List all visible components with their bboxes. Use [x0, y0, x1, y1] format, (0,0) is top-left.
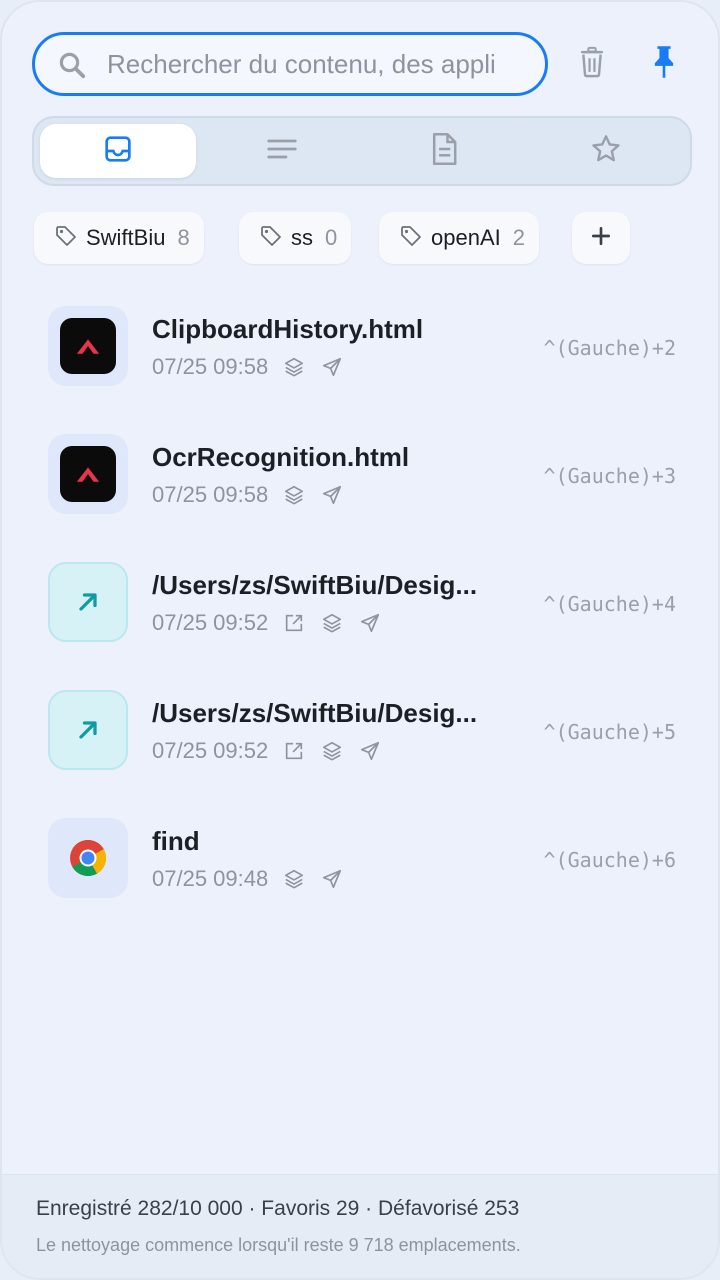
send-icon[interactable]	[320, 355, 344, 379]
item-meta: 07/25 09:52	[152, 608, 396, 638]
add-tag-button[interactable]	[572, 212, 630, 264]
tag-name: SwiftBiu	[86, 225, 166, 250]
item-time: 07/25 09:58	[152, 482, 269, 507]
cleanup-note: Le nettoyage commence lorsqu'il reste 9 …	[36, 1235, 521, 1255]
layers-icon[interactable]	[320, 611, 344, 635]
tag-count: 8	[177, 225, 190, 250]
item-time: 07/25 09:48	[152, 866, 269, 891]
tag-chip[interactable]: ss 0	[239, 212, 352, 264]
link-arrow-icon	[48, 562, 128, 642]
item-time: 07/25 09:52	[152, 610, 269, 635]
trash-icon	[577, 46, 607, 83]
item-time: 07/25 09:52	[152, 738, 269, 763]
send-icon[interactable]	[358, 611, 382, 635]
item-time: 07/25 09:58	[152, 354, 269, 379]
app-logo-icon	[48, 434, 128, 514]
status-footer: Enregistré 282/10 000 · Favoris 29 · Déf…	[2, 1174, 718, 1278]
layers-icon[interactable]	[320, 739, 344, 763]
send-icon[interactable]	[320, 867, 344, 891]
item-shortcut: ^(Gauche)+3	[543, 464, 676, 488]
lines-icon	[266, 137, 298, 166]
top-bar	[32, 32, 692, 96]
item-title: /Users/zs/SwiftBiu/Desig...	[152, 570, 478, 600]
pin-window-button[interactable]	[644, 44, 684, 84]
chrome-icon	[48, 818, 128, 898]
history-item[interactable]: OcrRecognition.html 07/25 09:58 ^(Gauche…	[48, 434, 688, 514]
plus-icon	[590, 225, 612, 252]
tag-count: 0	[325, 225, 338, 250]
history-item[interactable]: /Users/zs/SwiftBiu/Desig... 07/25 09:52 …	[48, 690, 688, 770]
tag-name: ss	[291, 225, 313, 250]
view-tabs	[32, 116, 692, 186]
open-external-icon[interactable]	[282, 739, 306, 763]
clear-history-button[interactable]	[572, 44, 612, 84]
item-title: ClipboardHistory.html	[152, 314, 424, 344]
item-meta: 07/25 09:52	[152, 736, 396, 766]
item-title: /Users/zs/SwiftBiu/Desig...	[152, 698, 478, 728]
item-title: OcrRecognition.html	[152, 442, 410, 472]
app-logo-icon	[48, 306, 128, 386]
item-meta: 07/25 09:58	[152, 480, 358, 510]
tag-chip[interactable]: SwiftBiu 8	[34, 212, 204, 264]
tab-inbox[interactable]	[40, 124, 196, 178]
tag-name: openAI	[431, 225, 501, 250]
clipboard-window: SwiftBiu 8 ss 0 openAI 2	[0, 0, 720, 1280]
layers-icon[interactable]	[282, 355, 306, 379]
layers-icon[interactable]	[282, 867, 306, 891]
history-item[interactable]: /Users/zs/SwiftBiu/Desig... 07/25 09:52 …	[48, 562, 688, 642]
search-input[interactable]	[107, 45, 527, 83]
tab-files[interactable]	[366, 124, 522, 178]
history-item[interactable]: ClipboardHistory.html 07/25 09:58 ^(Gauc…	[48, 306, 688, 386]
send-icon[interactable]	[320, 483, 344, 507]
inbox-icon	[102, 133, 134, 170]
item-title: find	[152, 826, 200, 856]
item-shortcut: ^(Gauche)+4	[543, 592, 676, 616]
item-shortcut: ^(Gauche)+5	[543, 720, 676, 744]
star-icon	[590, 133, 622, 170]
tag-count: 2	[512, 225, 525, 250]
search-box[interactable]	[32, 32, 548, 96]
tag-icon	[399, 224, 423, 253]
tag-icon	[54, 224, 78, 253]
item-meta: 07/25 09:58	[152, 352, 358, 382]
link-arrow-icon	[48, 690, 128, 770]
storage-stats: Enregistré 282/10 000 · Favoris 29 · Déf…	[36, 1197, 520, 1220]
pin-icon	[650, 45, 678, 84]
item-shortcut: ^(Gauche)+2	[543, 336, 676, 360]
search-icon	[57, 50, 87, 80]
history-item[interactable]: find 07/25 09:48 ^(Gauche)+6	[48, 818, 688, 898]
item-meta: 07/25 09:48	[152, 864, 358, 894]
open-external-icon[interactable]	[282, 611, 306, 635]
tag-chip[interactable]: openAI 2	[379, 212, 539, 264]
tag-icon	[259, 224, 283, 253]
item-shortcut: ^(Gauche)+6	[543, 848, 676, 872]
send-icon[interactable]	[358, 739, 382, 763]
layers-icon[interactable]	[282, 483, 306, 507]
document-icon	[430, 132, 458, 171]
tab-text[interactable]	[204, 124, 360, 178]
tab-favorites[interactable]	[528, 124, 684, 178]
